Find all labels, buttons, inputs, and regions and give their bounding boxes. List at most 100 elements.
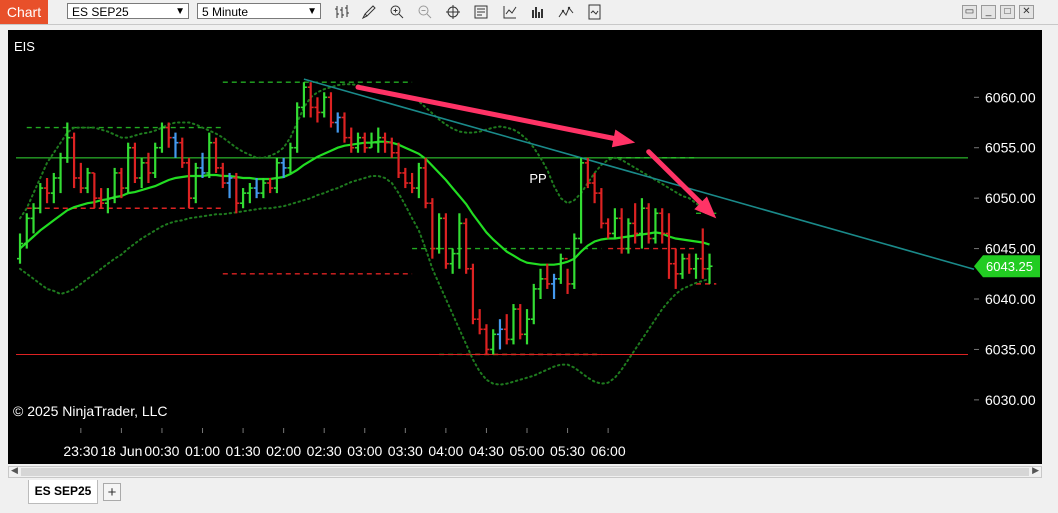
- price-bar: [253, 177, 260, 199]
- price-bar: [334, 112, 341, 133]
- restore-icon[interactable]: ▭: [962, 5, 977, 19]
- zoom-out-icon[interactable]: [417, 4, 433, 20]
- price-bar: [530, 283, 537, 325]
- price-bar: [672, 248, 679, 289]
- price-bar: [192, 162, 199, 204]
- tab-es-sep25[interactable]: ES SEP25: [28, 480, 98, 504]
- dashed-levels: [26, 81, 717, 356]
- pp-label: PP: [529, 171, 546, 186]
- price-bar: [611, 208, 618, 239]
- scroll-left-icon[interactable]: ◀: [11, 465, 18, 476]
- templates-icon[interactable]: [587, 4, 603, 20]
- price-bar: [104, 188, 111, 214]
- price-bar: [158, 122, 165, 153]
- price-bar: [125, 142, 132, 194]
- price-bar: [395, 142, 402, 178]
- maximize-icon[interactable]: □: [1000, 5, 1015, 19]
- price-bar: [524, 309, 530, 345]
- price-bar: [436, 213, 443, 254]
- zoom-in-icon[interactable]: [389, 4, 405, 20]
- scroll-right-icon[interactable]: ▶: [1032, 465, 1039, 476]
- price-bar: [415, 162, 422, 199]
- price-bar: [213, 137, 220, 173]
- price-bar: [476, 309, 483, 335]
- data-box-icon[interactable]: [473, 4, 489, 20]
- price-bar: [429, 198, 436, 259]
- y-tick-label: 6055.00: [985, 140, 1036, 156]
- x-tick-label: 18 Jun: [100, 443, 142, 459]
- price-bar: [199, 152, 206, 178]
- current-price-label: 6043.25: [986, 259, 1033, 274]
- price-bar: [409, 172, 416, 194]
- minimize-icon[interactable]: _: [981, 5, 996, 19]
- price-bar: [645, 203, 652, 244]
- chevron-down-icon: ▼: [307, 6, 317, 17]
- price-bar: [172, 132, 179, 158]
- price-bar: [240, 188, 247, 209]
- period-select[interactable]: 5 Minute ▼: [197, 3, 321, 19]
- strategies-icon[interactable]: [530, 4, 546, 20]
- lower-band-line: [19, 175, 711, 386]
- price-bar: [503, 314, 510, 345]
- price-bar: [84, 167, 91, 194]
- price-bar: [50, 172, 57, 204]
- price-bar: [64, 122, 71, 163]
- price-bars: [17, 82, 713, 355]
- price-bar: [368, 132, 375, 149]
- indicators-icon[interactable]: [502, 4, 518, 20]
- x-tick-label: 01:00: [185, 443, 220, 459]
- arrow-head: [611, 129, 636, 148]
- x-tick-label: 23:30: [63, 443, 98, 459]
- price-bar: [131, 142, 138, 184]
- x-tick-label: 04:30: [469, 443, 504, 459]
- x-tick-label: 03:00: [347, 443, 382, 459]
- scrollbar-thumb[interactable]: [21, 468, 1029, 476]
- price-bar: [179, 137, 186, 168]
- chart-tabs-bar: ES SEP25 +: [0, 480, 1058, 513]
- arrow-shaft: [646, 149, 704, 206]
- price-bar: [490, 329, 497, 355]
- y-tick-label: 6060.00: [985, 89, 1036, 105]
- price-bar: [517, 304, 524, 340]
- price-bar: [17, 233, 23, 264]
- drawn-arrow: [355, 84, 636, 148]
- price-bar: [618, 208, 625, 254]
- price-bar: [496, 319, 503, 350]
- price-bar: [321, 92, 328, 118]
- instrument-select[interactable]: ES SEP25 ▼: [67, 3, 189, 19]
- x-tick-label: 03:30: [388, 443, 423, 459]
- price-bar: [699, 228, 706, 279]
- price-bar: [449, 248, 456, 274]
- drawing-tool-icon[interactable]: [361, 4, 377, 20]
- chart-trader-icon[interactable]: [558, 4, 574, 20]
- horizontal-scrollbar[interactable]: ◀ ▶: [8, 465, 1042, 478]
- price-bar: [706, 253, 713, 284]
- price-bar: [23, 213, 30, 249]
- price-bar: [632, 203, 639, 244]
- y-tick-label: 6050.00: [985, 190, 1036, 206]
- price-bar: [246, 183, 253, 204]
- instrument-label: EIS: [14, 39, 35, 54]
- drawn-arrow: [646, 149, 717, 219]
- price-bar: [145, 152, 152, 184]
- price-bar: [44, 177, 51, 204]
- app-title-tab[interactable]: Chart: [0, 0, 48, 24]
- bar-type-icon[interactable]: [334, 4, 350, 20]
- close-icon[interactable]: ✕: [1019, 5, 1034, 19]
- price-bar: [273, 157, 280, 194]
- price-bar: [111, 167, 118, 204]
- price-bar: [693, 253, 699, 279]
- add-tab-button[interactable]: +: [103, 483, 121, 501]
- price-bar: [375, 127, 382, 153]
- chart-panel[interactable]: 6030.00 6035.00 6040.00 6045.00 6050.00 6055.…: [8, 30, 1042, 464]
- price-bar: [77, 162, 84, 194]
- price-bar: [557, 253, 564, 284]
- x-tick-label: 02:30: [307, 443, 342, 459]
- price-bar: [665, 213, 672, 279]
- x-tick-label: 04:00: [428, 443, 463, 459]
- time-axis: 23:30 18 Jun 00:30 01:00 01:30 02:00 02:30 03:0…: [63, 428, 626, 459]
- crosshair-icon[interactable]: [445, 4, 461, 20]
- price-bar: [233, 172, 240, 214]
- price-bar: [686, 253, 693, 274]
- price-chart[interactable]: 6030.00 6035.00 6040.00 6045.00 6050.00 6055.…: [8, 30, 1042, 464]
